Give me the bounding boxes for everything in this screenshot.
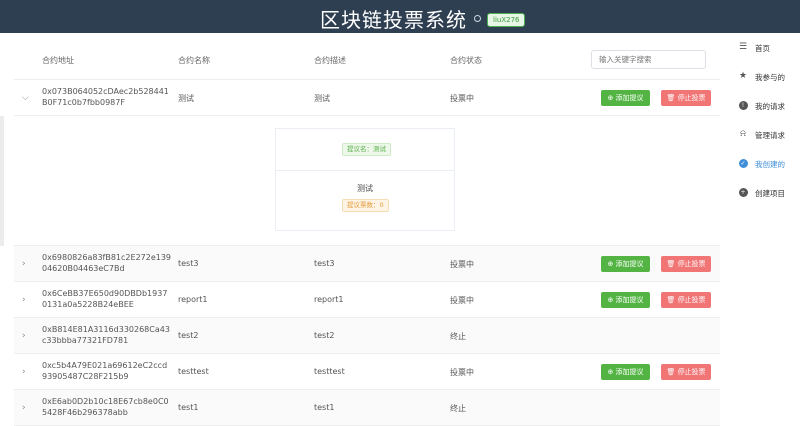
sidebar-item-create-project[interactable]: + 创建项目 <box>730 183 800 212</box>
contract-address: 0xE6ab0D2b10c18E67cb8e0C05428F46b296378a… <box>42 397 169 417</box>
page-title: 区块链投票系统 <box>320 8 467 32</box>
sidebar-item-created[interactable]: ✓ 我创建的 <box>730 154 800 183</box>
table-row[interactable]: › 0x6980826a83fB81c2E272e13904620B04463e… <box>14 246 720 282</box>
contract-address: 0x073B064052cDAec2b528441B0F71c0b7fbb098… <box>42 87 169 107</box>
add-proposal-label: 添加提议 <box>615 368 644 376</box>
app-header: 区块链投票系统 liuX276 <box>0 0 800 33</box>
proposal-title: 测试 <box>357 184 373 193</box>
contract-name: testtest <box>178 367 209 376</box>
table-header: 合约地址 合约名称 合约描述 合约状态 <box>14 40 720 80</box>
sidebar-item-label: 创建项目 <box>755 189 785 198</box>
contract-desc: test2 <box>314 331 335 340</box>
document-icon: ☰ <box>738 42 748 52</box>
stop-vote-button[interactable]: 🗑︎ 停止投票 <box>661 364 711 380</box>
contract-desc: testtest <box>314 367 345 376</box>
contract-status: 投票中 <box>450 368 474 377</box>
contract-address: 0x6980826a83fB81c2E272e13904620B04463eC7… <box>42 253 172 273</box>
contract-name: report1 <box>178 295 208 304</box>
sidebar-item-home[interactable]: ☰ 首页 <box>730 38 800 67</box>
sidebar: ☰ 首页 ★ 我参与的 ! 我的请求 ⍾ 管理请求 ✓ 我创建的 + 创建项目 <box>730 38 800 212</box>
sidebar-item-manage-requests[interactable]: ⍾ 管理请求 <box>730 125 800 154</box>
contract-status: 投票中 <box>450 296 474 305</box>
search-input[interactable] <box>591 50 706 69</box>
contract-desc: 测试 <box>314 94 330 103</box>
table-row[interactable]: › 0xE6ab0D2b10c18E67cb8e0C05428F46b29637… <box>14 390 720 426</box>
chevron-right-icon[interactable]: › <box>22 367 26 377</box>
add-proposal-button[interactable]: ⊕ 添加提议 <box>601 90 650 106</box>
column-status: 合约状态 <box>450 56 482 65</box>
scrollbar-track[interactable] <box>0 116 4 246</box>
user-badge[interactable]: liuX276 <box>487 13 526 27</box>
table-row[interactable]: › 0xB814E81A3116d330268Ca43c33bbba77321F… <box>14 318 720 354</box>
sidebar-item-label: 我的请求 <box>755 102 785 111</box>
plus-circle-icon: + <box>738 188 748 197</box>
proposal-card-header: 提议名：测试 <box>276 129 454 171</box>
stop-vote-button[interactable]: 🗑︎ 停止投票 <box>661 292 711 308</box>
stop-vote-button[interactable]: 🗑︎ 停止投票 <box>661 90 711 106</box>
table-row[interactable]: › 0x6CeBB37E650d90DBDb19370131a0a5228B24… <box>14 282 720 318</box>
stop-vote-label: 停止投票 <box>677 296 706 304</box>
chevron-right-icon[interactable]: › <box>22 331 26 341</box>
chevron-right-icon[interactable]: › <box>22 403 26 413</box>
bell-icon: ⍾ <box>740 129 746 139</box>
proposal-votes-tag: 提议票数：0 <box>342 199 389 212</box>
add-proposal-button[interactable]: ⊕ 添加提议 <box>601 256 650 272</box>
proposal-card: 提议名：测试 测试 提议票数：0 <box>275 128 455 231</box>
column-desc: 合约描述 <box>314 56 346 65</box>
column-name: 合约名称 <box>178 56 210 65</box>
contract-status: 投票中 <box>450 94 474 103</box>
contract-desc: report1 <box>314 295 344 304</box>
stop-vote-label: 停止投票 <box>677 368 706 376</box>
contract-desc: test1 <box>314 403 335 412</box>
star-icon: ★ <box>738 71 748 81</box>
add-proposal-label: 添加提议 <box>615 260 644 268</box>
contract-table: 合约地址 合约名称 合约描述 合约状态 ⌵ 0x073B064052cDAec2… <box>14 40 720 426</box>
contract-name: test2 <box>178 331 199 340</box>
user-icon <box>474 15 481 22</box>
sidebar-item-label: 我创建的 <box>755 160 785 169</box>
add-proposal-label: 添加提议 <box>615 296 644 304</box>
column-address: 合约地址 <box>42 56 74 65</box>
sidebar-item-label: 管理请求 <box>755 131 785 140</box>
expanded-row-detail: 提议名：测试 测试 提议票数：0 <box>14 116 720 246</box>
check-circle-icon: ✓ <box>738 159 748 168</box>
add-proposal-label: 添加提议 <box>615 94 644 102</box>
table-row[interactable]: ⌵ 0x073B064052cDAec2b528441B0F71c0b7fbb0… <box>14 80 720 116</box>
contract-desc: test3 <box>314 259 335 268</box>
sidebar-item-joined[interactable]: ★ 我参与的 <box>730 67 800 96</box>
stop-vote-label: 停止投票 <box>677 94 706 102</box>
contract-address: 0x6CeBB37E650d90DBDb19370131a0a5228B24eB… <box>42 289 168 309</box>
table-row[interactable]: › 0xc5b4A79E021a69612eC2ccd93905487C28F2… <box>14 354 720 390</box>
sidebar-item-label: 我参与的 <box>755 73 785 82</box>
contract-status: 投票中 <box>450 260 474 269</box>
chevron-right-icon[interactable]: › <box>22 259 26 269</box>
stop-vote-button[interactable]: 🗑︎ 停止投票 <box>661 256 711 272</box>
contract-name: test1 <box>178 403 199 412</box>
contract-address: 0xB814E81A3116d330268Ca43c33bbba77321FD7… <box>42 325 170 345</box>
sidebar-item-my-requests[interactable]: ! 我的请求 <box>730 96 800 125</box>
stop-vote-label: 停止投票 <box>677 260 706 268</box>
contract-name: 测试 <box>178 94 194 103</box>
add-proposal-button[interactable]: ⊕ 添加提议 <box>601 364 650 380</box>
contract-status: 终止 <box>450 332 466 341</box>
proposal-name-tag: 提议名：测试 <box>342 143 391 156</box>
add-proposal-button[interactable]: ⊕ 添加提议 <box>601 292 650 308</box>
sidebar-item-label: 首页 <box>755 44 770 53</box>
contract-address: 0xc5b4A79E021a69612eC2ccd93905487C28F215… <box>42 361 168 381</box>
contract-name: test3 <box>178 259 199 268</box>
contract-status: 终止 <box>450 404 466 413</box>
info-icon: ! <box>738 100 748 110</box>
chevron-right-icon[interactable]: › <box>22 295 26 305</box>
chevron-down-icon[interactable]: ⌵ <box>22 93 29 103</box>
